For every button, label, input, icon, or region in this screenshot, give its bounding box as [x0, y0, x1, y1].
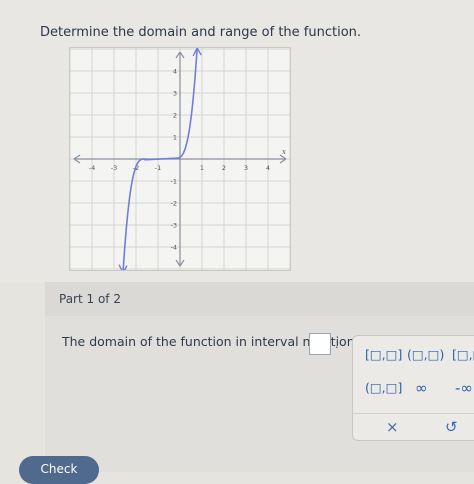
palette-divider: [353, 413, 474, 414]
y-tick-label: -2: [171, 200, 177, 208]
open-closed-interval-button[interactable]: (□,□]: [365, 380, 402, 395]
graph-svg: -4 -3 -2 -1 1 2 3 44321-1-2-3-4x: [70, 48, 290, 270]
question-panel: Determine the domain and range of the fu…: [0, 0, 474, 282]
y-tick-label: -4: [171, 244, 177, 252]
check-button[interactable]: Check: [19, 456, 99, 484]
domain-answer-input[interactable]: [309, 333, 331, 355]
x-tick-label: -1: [155, 164, 161, 172]
x-tick-label: -4: [89, 164, 95, 172]
infinity-button[interactable]: ∞: [415, 379, 428, 397]
negative-infinity-button[interactable]: -∞: [455, 379, 473, 397]
x-axis-label: x: [282, 148, 286, 156]
x-tick-label: 2: [222, 164, 226, 172]
x-tick-label: 3: [244, 164, 248, 172]
x-tick-label: -3: [111, 164, 117, 172]
y-tick-label: 2: [173, 112, 177, 120]
part-header: Part 1 of 2: [45, 282, 474, 316]
y-tick-label: 4: [173, 68, 177, 76]
x-tick-label: 4: [266, 164, 270, 172]
closed-interval-button[interactable]: [□,□]: [365, 347, 402, 362]
prompt-period: .: [335, 338, 339, 351]
closed-open-interval-button[interactable]: [□,□: [452, 347, 474, 362]
y-tick-label: 1: [173, 134, 177, 142]
math-palette: [□,□] (□,□) [□,□ (□,□] ∞ -∞ × ↺: [352, 335, 474, 441]
y-tick-label: -3: [171, 222, 177, 230]
function-graph: -4 -3 -2 -1 1 2 3 4 4 3 2 1 -1 -2 -3 -4 x: [69, 47, 291, 271]
y-tick-label: -1: [171, 178, 177, 186]
question-text: Determine the domain and range of the fu…: [40, 25, 362, 40]
x-tick-label: 1: [200, 164, 204, 172]
y-tick-label: 3: [173, 90, 177, 98]
undo-icon[interactable]: ↺: [445, 418, 458, 436]
part-label: Part 1 of 2: [59, 292, 121, 306]
open-interval-button[interactable]: (□,□): [407, 347, 444, 362]
clear-icon[interactable]: ×: [386, 418, 399, 436]
